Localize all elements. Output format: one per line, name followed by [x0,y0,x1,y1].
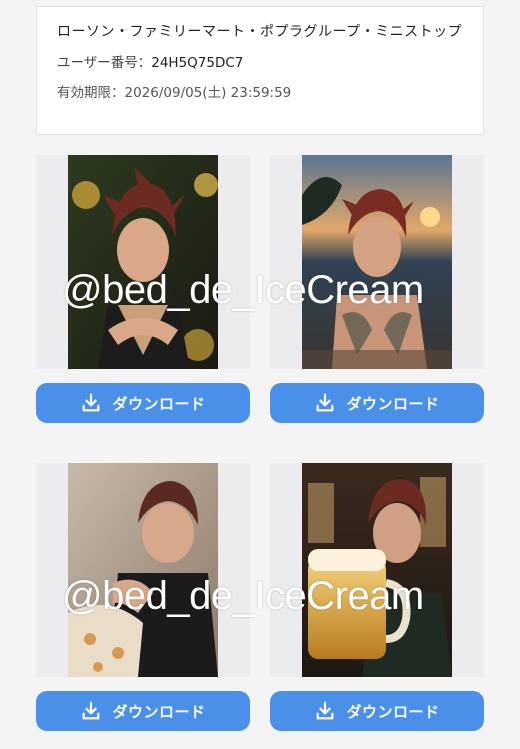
character-image[interactable] [302,155,452,369]
character-image[interactable] [68,155,218,369]
character-image[interactable] [68,463,218,677]
user-number-value: 24H5Q75DC7 [151,55,244,71]
image-tile: ダウンロード [270,155,484,425]
expiry-row: 有効期限：2026/09/05(土) 23:59:59 [57,83,463,103]
download-icon [314,392,336,414]
user-number-row: ユーザー番号：24H5Q75DC7 [57,53,463,73]
download-label: ダウンロード [112,702,206,721]
download-button[interactable]: ダウンロード [270,691,484,731]
image-tile: ダウンロード [36,463,250,733]
image-tile: ダウンロード [270,463,484,733]
image-tile: ダウンロード [36,155,250,425]
ticket-info-card: ローソン・ファミリーマート・ポプラグループ・ミニストップ ユーザー番号：24H5… [36,6,484,135]
download-icon [80,700,102,722]
expiry-value: 2026/09/05(土) 23:59:59 [124,85,292,101]
user-number-label: ユーザー番号： [57,55,152,71]
supported-stores: ローソン・ファミリーマート・ポプラグループ・ミニストップ [57,24,463,40]
download-button[interactable]: ダウンロード [270,383,484,423]
expiry-label: 有効期限： [57,85,125,101]
download-icon [314,700,336,722]
download-button[interactable]: ダウンロード [36,383,250,423]
download-label: ダウンロード [112,394,206,413]
character-image[interactable] [302,463,452,677]
download-label: ダウンロード [346,702,440,721]
download-icon [80,392,102,414]
download-button[interactable]: ダウンロード [36,691,250,731]
download-label: ダウンロード [346,394,440,413]
page: ローソン・ファミリーマート・ポプラグループ・ミニストップ ユーザー番号：24H5… [0,0,520,749]
